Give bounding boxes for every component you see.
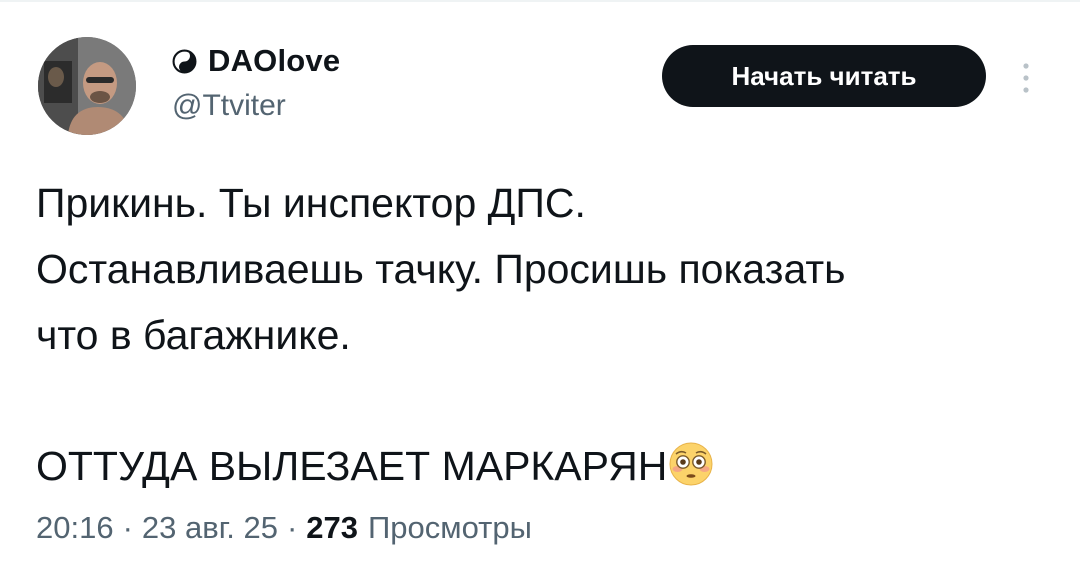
tweet-date[interactable]: 23 авг. 25 xyxy=(142,510,278,546)
author-handle[interactable]: @Ttviter xyxy=(172,89,286,123)
meta-separator: · xyxy=(122,510,133,545)
views-label[interactable]: Просмотры xyxy=(368,510,532,546)
author-display-name[interactable]: DAOlove xyxy=(208,43,340,79)
tweet-line-last: ОТТУДА ВЫЛЕЗАЕТ МАРКАРЯН xyxy=(36,433,1066,499)
avatar[interactable] xyxy=(38,37,136,135)
tweet-line: Прикинь. Ты инспектор ДПС. xyxy=(36,180,586,226)
more-vertical-icon[interactable] xyxy=(1016,58,1036,98)
avatar-photo-icon xyxy=(38,37,136,135)
tweet-line: что в багажнике. xyxy=(36,312,351,358)
meta-separator: · xyxy=(286,510,298,545)
top-divider xyxy=(0,0,1080,2)
follow-button[interactable]: Начать читать xyxy=(662,45,986,107)
yin-yang-icon xyxy=(172,49,197,74)
views-count[interactable]: 273 xyxy=(306,510,358,546)
tweet-line: Останавливаешь тачку. Просишь показать xyxy=(36,246,846,292)
flushed-face-emoji-icon xyxy=(668,441,714,487)
tweet-meta: 20:16 · 23 авг. 25 · 273 Просмотры xyxy=(36,506,532,550)
author-name-row[interactable]: DAOlove xyxy=(172,43,340,79)
tweet-text: Прикинь. Ты инспектор ДПС. Останавливаеш… xyxy=(36,170,1066,499)
tweet-time[interactable]: 20:16 xyxy=(36,510,114,546)
tweet-line-text: ОТТУДА ВЫЛЕЗАЕТ МАРКАРЯН xyxy=(36,443,668,489)
